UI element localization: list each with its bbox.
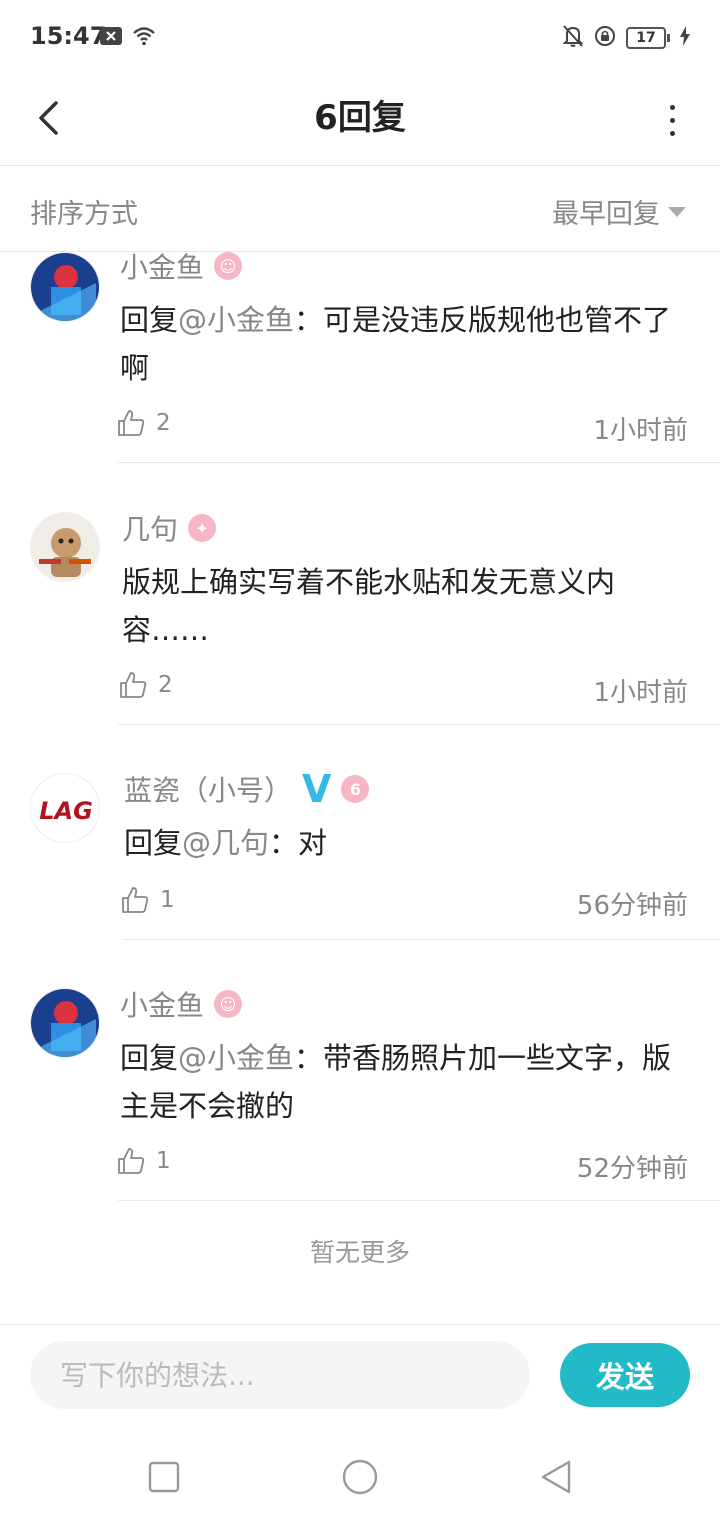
nav-back-button[interactable] <box>531 1452 581 1502</box>
reply-item: 小金鱼 ☺ 回复@小金鱼：可是没违反版规他也管不了啊 2 1小时前 <box>0 252 720 464</box>
mention-link[interactable]: @小金鱼 <box>178 303 294 337</box>
reply-content: 版规上确实写着不能水贴和发无意义内容…… <box>122 558 692 654</box>
reply-prefix: 回复 <box>124 826 183 860</box>
reply-item: 小金鱼 ☺ 回复@小金鱼：带香肠照片加一些文字，版主是不会撤的 1 52分钟前 <box>0 940 720 1201</box>
system-nav-bar <box>0 1434 720 1520</box>
level-badge-icon: ☺ <box>214 252 243 280</box>
reply-author-row: 几句 ✦ <box>122 508 217 548</box>
mention-link[interactable]: @小金鱼 <box>178 1041 294 1075</box>
like-count: 2 <box>158 672 173 698</box>
divider <box>118 462 720 463</box>
level-badge-icon: 6 <box>341 775 370 803</box>
svg-text:LAG: LAG <box>39 797 93 825</box>
battery-level: 17 <box>626 27 666 49</box>
like-button[interactable]: 1 <box>116 1146 171 1176</box>
sort-value-text: 最早回复 <box>552 199 660 230</box>
thumbs-up-icon <box>118 410 145 436</box>
avatar[interactable] <box>30 252 100 322</box>
page-title: 6回复 <box>314 98 406 138</box>
reply-time: 1小时前 <box>593 416 688 446</box>
home-icon <box>342 1459 378 1495</box>
charging-icon <box>680 26 690 50</box>
reply-author-name[interactable]: 蓝瓷（小号） <box>124 769 292 809</box>
avatar[interactable] <box>30 988 100 1058</box>
reply-content: 回复@小金鱼：可是没违反版规他也管不了啊 <box>120 296 690 392</box>
divider <box>118 1200 720 1201</box>
like-button[interactable]: 1 <box>120 885 175 915</box>
mention-link[interactable]: @几句 <box>182 826 269 860</box>
more-vertical-icon <box>669 104 675 110</box>
reply-item: LAG 蓝瓷（小号） V 6 回复@几句：对 1 56分钟前 <box>0 725 720 940</box>
thumbs-up-icon <box>122 887 149 913</box>
status-bar: 15:47 17 <box>0 0 720 72</box>
reply-author-row: 小金鱼 ☺ <box>120 252 243 286</box>
reply-time: 56分钟前 <box>576 891 688 921</box>
sort-label: 排序方式 <box>30 199 138 230</box>
back-icon <box>541 1460 571 1494</box>
reply-text: ：对 <box>269 826 328 860</box>
reply-content: 回复@小金鱼：带香肠照片加一些文字，版主是不会撤的 <box>120 1034 690 1130</box>
thumbs-up-icon <box>120 672 147 698</box>
status-right-icons: 17 <box>562 24 690 52</box>
like-count: 1 <box>160 887 175 913</box>
like-button[interactable]: 2 <box>116 408 171 438</box>
reply-prefix: 回复 <box>120 1041 179 1075</box>
verified-icon: V <box>302 767 332 811</box>
status-left-icons <box>100 26 156 50</box>
reply-item: 几句 ✦ 版规上确实写着不能水贴和发无意义内容…… 2 1小时前 <box>0 464 720 725</box>
no-more-label: 暂无更多 <box>309 1238 410 1267</box>
level-badge-icon: ☺ <box>214 990 243 1018</box>
reply-time: 52分钟前 <box>576 1154 688 1184</box>
reply-time: 1小时前 <box>593 678 688 708</box>
home-button[interactable] <box>335 1452 385 1502</box>
sort-dropdown[interactable]: 最早回复 <box>552 192 686 231</box>
wifi-icon <box>132 26 156 50</box>
sort-bar: 排序方式 最早回复 <box>0 166 720 252</box>
battery-icon: 17 <box>626 27 670 49</box>
avatar[interactable] <box>30 512 100 582</box>
reply-author-name[interactable]: 小金鱼 <box>120 252 204 286</box>
header: 6回复 <box>0 72 720 166</box>
comment-input[interactable] <box>30 1341 530 1409</box>
reply-text: 版规上确实写着不能水贴和发无意义内容…… <box>122 565 616 647</box>
notification-x-icon <box>100 27 122 49</box>
reply-list[interactable]: 小金鱼 ☺ 回复@小金鱼：可是没违反版规他也管不了啊 2 1小时前 几句 ✦ 版… <box>0 252 720 1324</box>
level-badge-icon: ✦ <box>188 514 217 542</box>
recent-apps-icon <box>148 1461 180 1493</box>
mute-bell-icon <box>562 24 584 52</box>
avatar[interactable]: LAG <box>30 773 100 843</box>
thumbs-up-icon <box>118 1148 145 1174</box>
reply-prefix: 回复 <box>120 303 179 337</box>
reply-author-row: 蓝瓷（小号） V 6 <box>124 767 370 811</box>
reply-author-name[interactable]: 小金鱼 <box>120 984 204 1024</box>
send-button[interactable]: 发送 <box>560 1343 690 1407</box>
comment-input-bar: 发送 <box>0 1324 720 1434</box>
reply-author-name[interactable]: 几句 <box>122 508 178 548</box>
recent-apps-button[interactable] <box>139 1452 189 1502</box>
like-count: 1 <box>156 1148 171 1174</box>
reply-author-row: 小金鱼 ☺ <box>120 984 243 1024</box>
chevron-down-icon <box>668 206 686 217</box>
more-options-button[interactable] <box>662 92 682 148</box>
like-count: 2 <box>156 410 171 436</box>
status-time: 15:47 <box>30 22 107 50</box>
lock-rotation-icon <box>594 25 616 51</box>
like-button[interactable]: 2 <box>118 670 173 700</box>
reply-content: 回复@几句：对 <box>124 819 694 867</box>
